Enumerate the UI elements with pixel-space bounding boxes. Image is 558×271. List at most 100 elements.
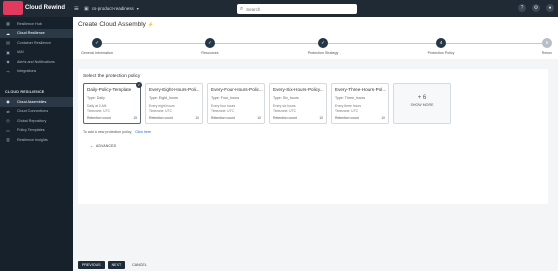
sidebar-item-integrations[interactable]: ⤳ Integrations — [0, 67, 73, 77]
sidebar-item-label: Container Resilience — [17, 40, 52, 45]
search-placeholder: Search — [246, 6, 261, 12]
policy-card-type: Type: Daily — [87, 96, 105, 100]
policy-card-timezone: Timezone: UTC — [211, 108, 234, 113]
retention-label: Retention count — [211, 116, 235, 120]
next-button[interactable]: NEXT — [107, 260, 126, 269]
grid-icon: ▦ — [6, 21, 10, 27]
step-resources[interactable]: ✓ Resources — [180, 31, 240, 55]
advanced-label: ADVANCED — [96, 144, 117, 148]
policy-card-retention: Retention count 10 — [211, 116, 261, 120]
advanced-toggle[interactable]: ⌄ ADVANCED — [90, 144, 116, 148]
chevron-down-icon: ▾ — [136, 6, 139, 11]
workspace-selector[interactable]: ▣ cs-product-readiness ▾ — [84, 4, 139, 13]
assembly-icon: ◉ — [6, 99, 10, 105]
sidebar-item-label: Cloud Assemblies — [17, 99, 47, 104]
sidebar-item-cloud-resilience[interactable]: ☁ Cloud Resilience — [0, 28, 73, 38]
policy-card[interactable]: Every-Six-Hours-Policy... Type: Six_hour… — [269, 83, 327, 124]
cloud-icon: ☁ — [6, 30, 10, 36]
policy-card-type: Type: Three_hours — [335, 96, 366, 100]
container-icon: ▤ — [6, 40, 10, 46]
wizard-body: Select the protection policy ✓ Daily-Pol… — [73, 59, 558, 271]
search-input[interactable]: ⌕ Search — [237, 4, 357, 14]
check-icon: ✓ — [205, 38, 215, 48]
page-title-text: Create Cloud Assembly — [78, 21, 146, 28]
sidebar-item-resilience-insights[interactable]: ▥ Resilience Insights — [0, 135, 73, 145]
retention-value: 10 — [195, 116, 199, 120]
sidebar-item-resilience-hub[interactable]: ▦ Resilience Hub — [0, 19, 73, 29]
step-recovery[interactable]: 5 Recov — [536, 31, 558, 55]
retention-value: 10 — [319, 116, 323, 120]
user-avatar[interactable]: ● — [546, 4, 554, 12]
add-policy-link[interactable]: Click here — [135, 130, 151, 134]
sidebar-item-alerts[interactable]: ◆ Alerts and Notifications — [0, 57, 73, 67]
sidebar-item-label: Integrations — [17, 69, 37, 74]
logo-mark — [3, 1, 23, 15]
sidebar-item-label: Cloud Connections — [17, 109, 49, 114]
policy-card-list: ✓ Daily-Policy-Template Type: Daily Dail… — [83, 82, 451, 124]
sidebar: ▦ Resilience Hub ☁ Cloud Resilience ▤ Conta… — [0, 17, 73, 271]
sidebar-item-iam[interactable]: ▣ IAM — [0, 48, 73, 58]
policy-card[interactable]: Every-Eight-Hours-Poli... Type: Eight_ho… — [145, 83, 203, 124]
settings-icon[interactable]: ⚙ — [532, 4, 540, 12]
check-icon: ✓ — [318, 38, 328, 48]
policy-card-title: Daily-Policy-Template — [87, 87, 132, 92]
page-title: Create Cloud Assembly ⚡ — [78, 21, 154, 28]
step-protection-strategy[interactable]: ✓ Protection Strategy — [293, 31, 353, 55]
retention-label: Retention count — [149, 116, 173, 120]
help-icon[interactable]: ? — [518, 4, 526, 12]
top-bar: Cloud Rewind ≡ ▣ cs-product-readiness ▾ … — [0, 0, 558, 17]
policy-card-title: Every-Three-Hours-Pol... — [335, 87, 387, 92]
step-number: 4 — [436, 38, 446, 48]
cancel-button[interactable]: CANCEL — [128, 261, 151, 269]
policy-card-title: Every-Six-Hours-Policy... — [273, 87, 324, 92]
retention-label: Retention count — [87, 116, 111, 120]
check-icon: ✓ — [136, 82, 142, 88]
policy-card[interactable]: ✓ Daily-Policy-Template Type: Daily Dail… — [83, 82, 142, 124]
policy-card[interactable]: Every-Four-Hours-Polic... Type: Four_hou… — [207, 83, 265, 124]
sidebar-item-policy-templates[interactable]: ▭ Policy Templates — [0, 126, 73, 136]
sidebar-nav: ▦ Resilience Hub ☁ Cloud Resilience ▤ Conta… — [0, 19, 73, 76]
wizard-footer: PREVIOUS NEXT CANCEL — [73, 258, 558, 271]
policy-prompt: Select the protection policy — [83, 74, 141, 79]
retention-label: Retention count — [335, 116, 359, 120]
policy-card[interactable]: Every-Three-Hours-Pol... Type: Three_hou… — [331, 83, 389, 124]
step-general-information[interactable]: ✓ General Information — [67, 31, 127, 55]
sidebar-item-container-resilience[interactable]: ▤ Container Resilience — [0, 38, 73, 48]
sidebar-item-cloud-assemblies[interactable]: ◉ Cloud Assemblies — [0, 97, 73, 107]
step-label: General Information — [81, 51, 113, 55]
sidebar-item-global-repository[interactable]: ◎ Global Repository — [0, 116, 73, 126]
policy-card-title: Every-Four-Hours-Polic... — [211, 87, 263, 92]
policy-card-type: Type: Four_hours — [211, 96, 240, 100]
policy-card-retention: Retention count 10 — [273, 116, 323, 120]
menu-icon[interactable]: ≡ — [74, 4, 79, 13]
previous-button[interactable]: PREVIOUS — [78, 260, 105, 269]
sidebar-item-cloud-connections[interactable]: ⇄ Cloud Connections — [0, 107, 73, 117]
policy-card-type: Type: Eight_hours — [149, 96, 178, 100]
policy-card-retention: Retention count 15 — [87, 116, 137, 120]
retention-value: 10 — [381, 116, 385, 120]
key-icon: ▣ — [6, 49, 10, 55]
search-icon: ⌕ — [240, 5, 244, 12]
sidebar-item-label: Policy Templates — [17, 128, 45, 133]
main-content: Create Cloud Assembly ⚡ ✓ General Informa… — [73, 17, 558, 271]
policy-card-retention: Retention count 10 — [335, 116, 385, 120]
policy-card-retention: Retention count 10 — [149, 116, 199, 120]
show-more-button[interactable]: + 6 SHOW MORE — [393, 83, 451, 124]
step-protection-policy[interactable]: 4 Protection Policy — [411, 31, 471, 55]
more-count: + 6 — [417, 95, 427, 101]
logo[interactable]: Cloud Rewind — [3, 1, 65, 15]
chart-icon: ▥ — [6, 137, 10, 143]
sidebar-section-title: CLOUD RESILIENCE — [5, 90, 45, 94]
step-label: Recov — [541, 51, 553, 55]
step-label: Protection Strategy — [307, 51, 339, 55]
sidebar-section-nav: ◉ Cloud Assemblies ⇄ Cloud Connections ◎ Gl… — [0, 97, 73, 145]
sidebar-item-label: Cloud Resilience — [17, 31, 45, 36]
retention-value: 15 — [133, 116, 137, 120]
bell-icon: ◆ — [6, 59, 10, 65]
policy-card-type: Type: Six_hours — [273, 96, 299, 100]
policy-card-title: Every-Eight-Hours-Poli... — [149, 87, 200, 92]
policy-card-timezone: Timezone: UTC — [335, 108, 358, 113]
plug-icon: ⤳ — [6, 68, 10, 74]
step-label: Protection Policy — [427, 51, 455, 55]
sidebar-item-label: Resilience Hub — [17, 21, 42, 26]
